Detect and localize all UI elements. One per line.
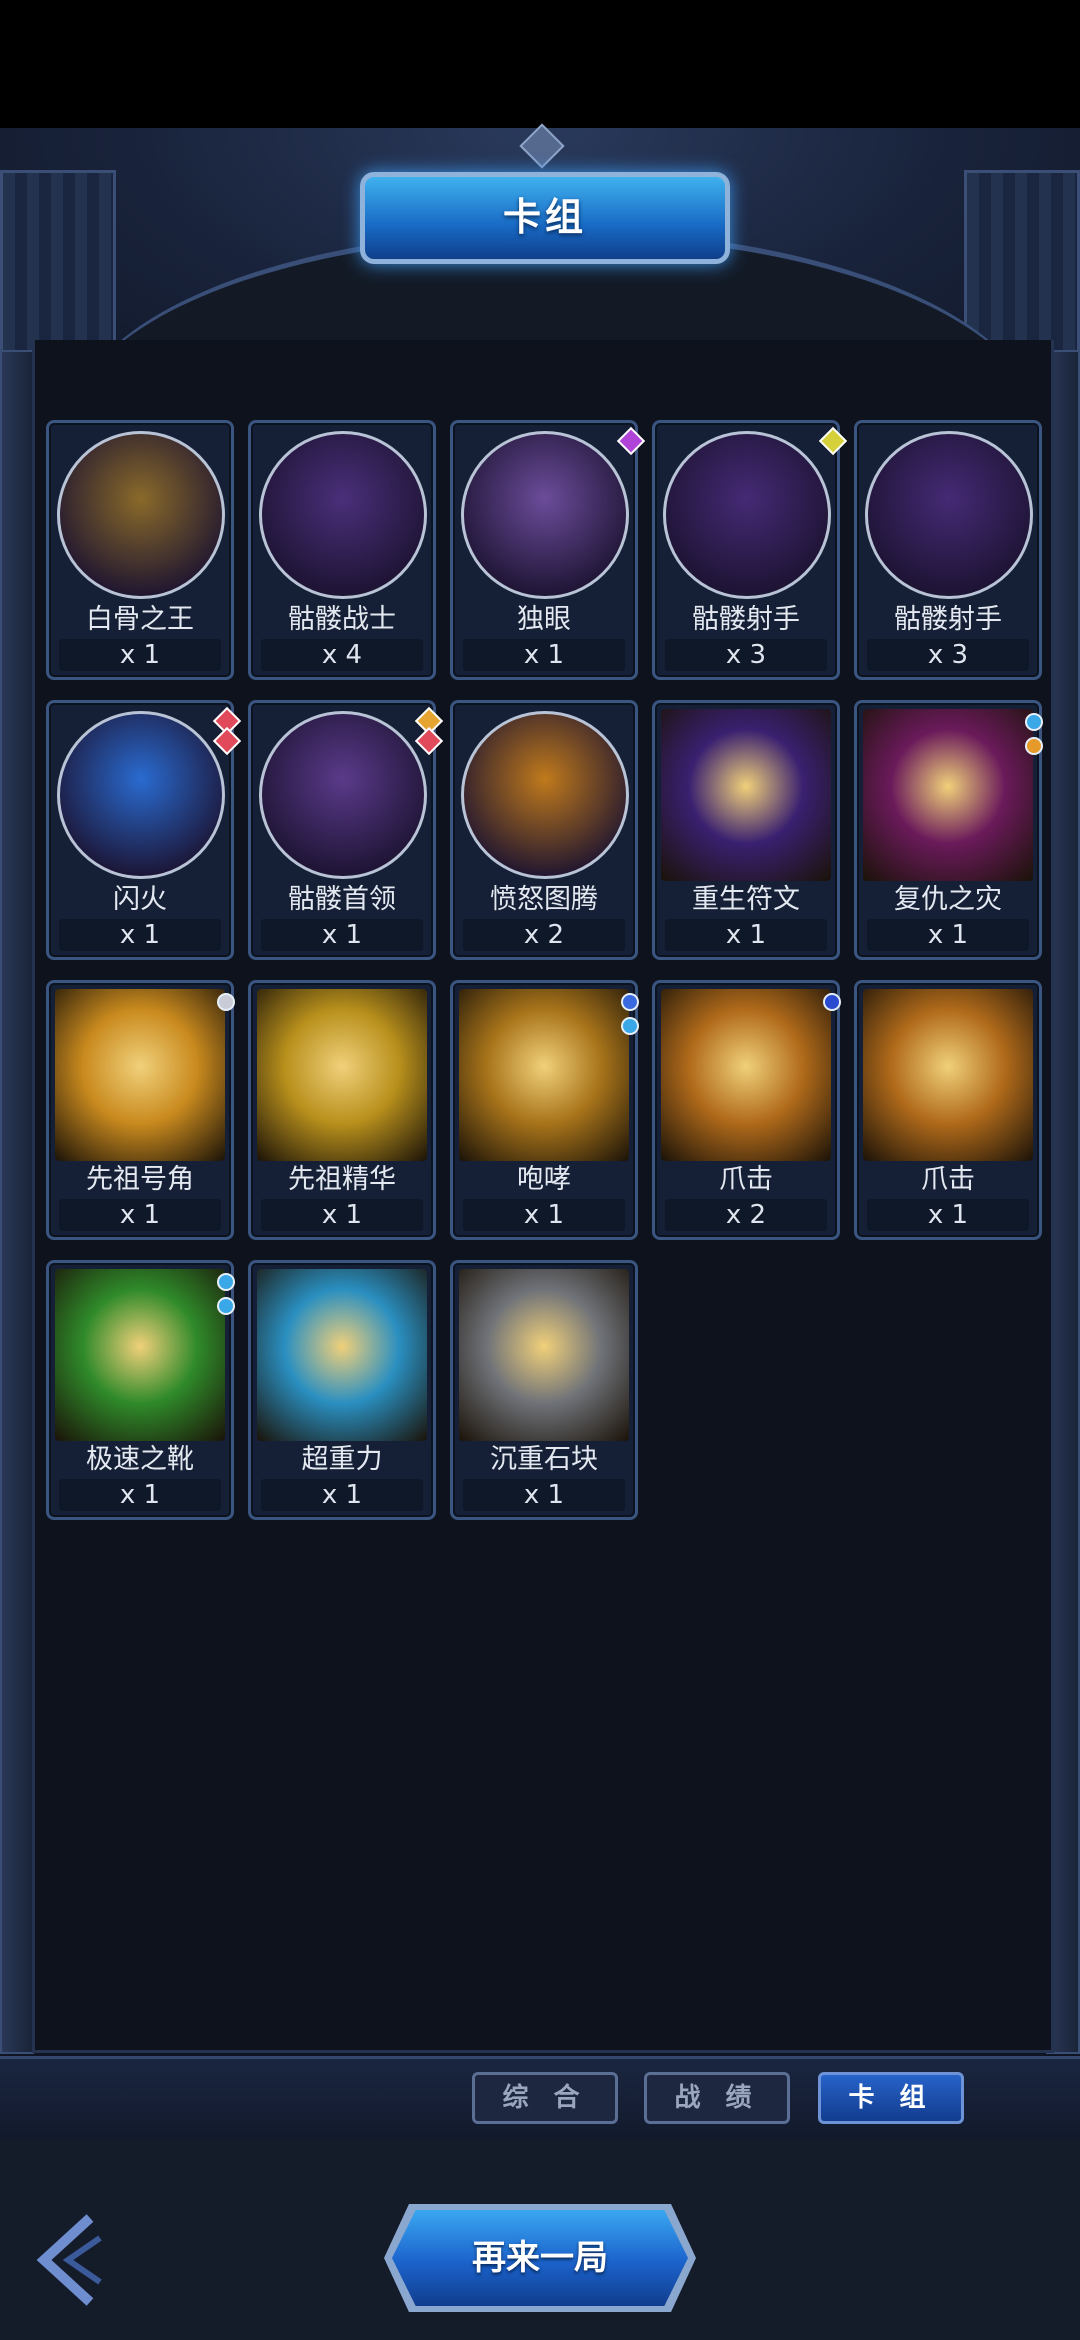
element-dot-icon	[621, 1017, 639, 1035]
back-button[interactable]	[30, 2210, 110, 2310]
unit-portrait	[865, 431, 1033, 599]
card-name: 先祖号角	[86, 1164, 194, 1195]
page-title: 卡组	[360, 172, 730, 264]
spell-art	[257, 1269, 427, 1441]
unit-portrait	[57, 711, 225, 879]
left-border	[0, 350, 34, 2054]
spell-art	[863, 989, 1033, 1161]
card-name: 骷髅射手	[894, 604, 1002, 635]
deck-card[interactable]: 沉重石块 x 1	[450, 1260, 638, 1520]
spell-art	[459, 989, 629, 1161]
deck-card[interactable]: 白骨之王 x 1	[46, 420, 234, 680]
element-dot-icon	[217, 993, 235, 1011]
card-count: x 4	[261, 639, 423, 671]
card-name: 沉重石块	[490, 1444, 598, 1475]
spell-art	[661, 709, 831, 881]
card-count: x 1	[463, 1479, 625, 1511]
deck-card[interactable]: 爪击 x 1	[854, 980, 1042, 1240]
unit-portrait	[461, 711, 629, 879]
unit-portrait	[57, 431, 225, 599]
deck-card[interactable]: 重生符文 x 1	[652, 700, 840, 960]
card-count: x 3	[867, 639, 1029, 671]
spell-art	[661, 989, 831, 1161]
deck-card[interactable]: 先祖号角 x 1	[46, 980, 235, 1240]
deck-card[interactable]: 先祖精华 x 1	[248, 980, 436, 1240]
deck-card[interactable]: 闪火 x 1	[46, 700, 242, 960]
tab-overview[interactable]: 综 合	[472, 2072, 618, 2124]
card-count: x 1	[665, 919, 827, 951]
spell-art	[257, 989, 427, 1161]
card-name: 闪火	[113, 884, 167, 915]
deck-card[interactable]: 骷髅首领 x 1	[248, 700, 444, 960]
play-again-button[interactable]: 再来一局	[392, 2210, 688, 2306]
card-count: x 1	[59, 1199, 221, 1231]
element-dot-icon	[1025, 737, 1043, 755]
spell-art	[55, 1269, 225, 1441]
element-dot-icon	[1025, 713, 1043, 731]
unit-portrait	[461, 431, 629, 599]
card-name: 咆哮	[517, 1164, 571, 1195]
card-name: 爪击	[921, 1164, 975, 1195]
card-count: x 2	[463, 919, 625, 951]
card-name: 先祖精华	[288, 1164, 396, 1195]
element-dot-icon	[217, 1297, 235, 1315]
element-dot-icon	[621, 993, 639, 1011]
card-count: x 1	[59, 639, 221, 671]
spell-art	[863, 709, 1033, 881]
card-name: 骷髅战士	[288, 604, 396, 635]
right-pillar-decoration	[964, 170, 1080, 356]
tab-record[interactable]: 战 绩	[644, 2072, 790, 2124]
deck-card[interactable]: 骷髅射手 x 3	[652, 420, 848, 680]
card-name: 重生符文	[692, 884, 800, 915]
deck-card[interactable]: 极速之靴 x 1	[46, 1260, 235, 1520]
spell-art	[55, 989, 225, 1161]
card-count: x 1	[59, 919, 221, 951]
deck-card[interactable]: 复仇之灾 x 1	[854, 700, 1043, 960]
card-count: x 1	[59, 1479, 221, 1511]
card-count: x 1	[261, 1199, 423, 1231]
card-name: 愤怒图腾	[490, 884, 598, 915]
card-name: 复仇之灾	[894, 884, 1002, 915]
unit-portrait	[663, 431, 831, 599]
card-count: x 1	[463, 1199, 625, 1231]
element-dot-icon	[823, 993, 841, 1011]
deck-card[interactable]: 骷髅射手 x 3	[854, 420, 1042, 680]
element-dot-icon	[217, 1273, 235, 1291]
card-name: 独眼	[517, 604, 571, 635]
tab-deck[interactable]: 卡 组	[818, 2072, 964, 2124]
unit-portrait	[259, 711, 427, 879]
chevron-left-icon	[36, 2214, 102, 2306]
deck-card[interactable]: 咆哮 x 1	[450, 980, 639, 1240]
card-name: 骷髅射手	[692, 604, 800, 635]
card-name: 骷髅首领	[288, 884, 396, 915]
card-count: x 1	[261, 1479, 423, 1511]
card-count: x 3	[665, 639, 827, 671]
card-count: x 1	[463, 639, 625, 671]
card-count: x 2	[665, 1199, 827, 1231]
spell-art	[459, 1269, 629, 1441]
deck-card[interactable]: 超重力 x 1	[248, 1260, 436, 1520]
card-name: 爪击	[719, 1164, 773, 1195]
card-name: 超重力	[301, 1444, 383, 1475]
unit-portrait	[259, 431, 427, 599]
left-pillar-decoration	[0, 170, 116, 356]
card-count: x 1	[261, 919, 423, 951]
deck-card[interactable]: 愤怒图腾 x 2	[450, 700, 638, 960]
card-name: 白骨之王	[86, 604, 194, 635]
deck-card[interactable]: 爪击 x 2	[652, 980, 841, 1240]
card-count: x 1	[867, 1199, 1029, 1231]
deck-card[interactable]: 独眼 x 1	[450, 420, 646, 680]
card-count: x 1	[867, 919, 1029, 951]
deck-card[interactable]: 骷髅战士 x 4	[248, 420, 436, 680]
card-name: 极速之靴	[86, 1444, 194, 1475]
